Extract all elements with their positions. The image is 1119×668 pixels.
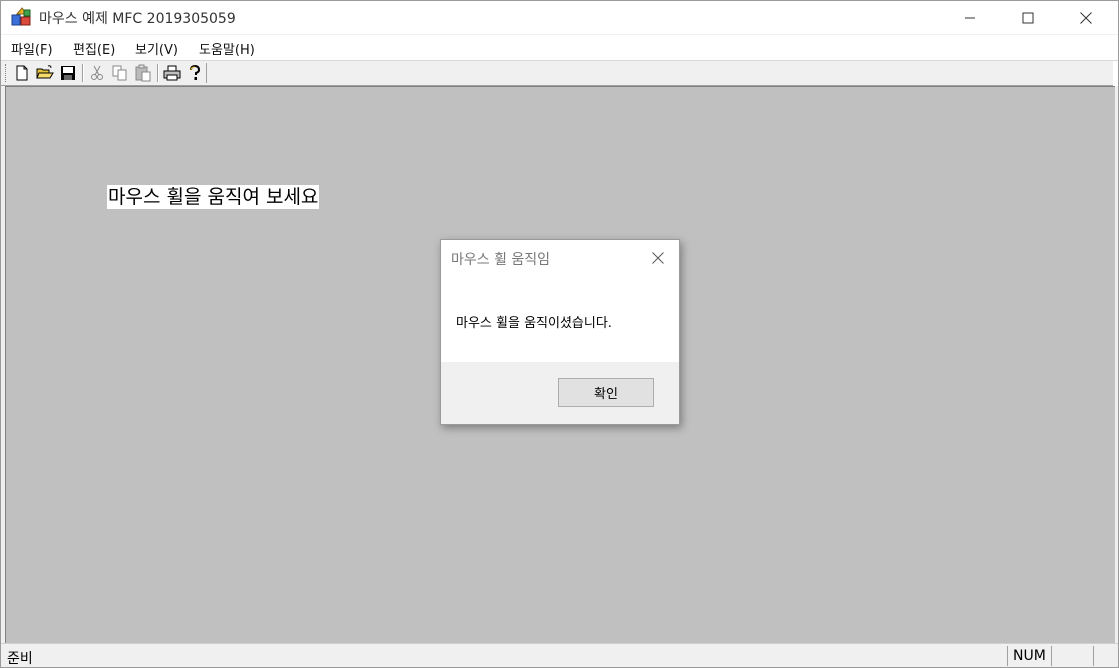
new-icon[interactable] (13, 64, 31, 82)
cut-icon[interactable] (88, 64, 106, 82)
toolbar-edge (1113, 61, 1118, 86)
message-box: 마우스 휠 움직임 마우스 휠을 움직이셨습니다. 확인 (440, 239, 680, 425)
num-indicator: NUM (1013, 648, 1046, 664)
help-icon[interactable] (186, 64, 204, 82)
toolbar (1, 61, 1118, 86)
toolbar-separator (157, 64, 159, 82)
close-icon (652, 252, 664, 264)
maximize-icon (1022, 12, 1034, 23)
copy-icon[interactable] (111, 64, 129, 82)
dialog-message: 마우스 휠을 움직이셨습니다. (456, 316, 612, 331)
client-text: 마우스 휠을 움직여 보세요 (107, 185, 320, 209)
minimize-icon (965, 17, 975, 18)
open-icon[interactable] (36, 64, 54, 82)
app-icon[interactable] (11, 7, 33, 27)
status-text: 준비 (7, 651, 33, 667)
close-icon (1080, 11, 1092, 24)
status-pane-scrl (1051, 646, 1092, 666)
toolbar-separator (82, 64, 84, 82)
status-pane-num: NUM (1007, 646, 1050, 666)
window-title: 마우스 예제 MFC 2019305059 (39, 11, 236, 27)
title-bar[interactable]: 마우스 예제 MFC 2019305059 (1, 1, 1118, 34)
menu-file[interactable]: 파일(F) (11, 39, 53, 58)
paste-icon[interactable] (134, 64, 152, 82)
ok-button[interactable]: 확인 (558, 378, 654, 407)
save-icon[interactable] (59, 64, 77, 82)
menu-help[interactable]: 도움말(H) (199, 39, 255, 58)
status-bar: 준비 NUM (1, 643, 1118, 667)
minimize-button[interactable] (941, 1, 999, 34)
menu-view[interactable]: 보기(V) (135, 39, 178, 58)
main-window: 마우스 예제 MFC 2019305059 파일(F) 편집(E) 보기(V) … (0, 0, 1119, 668)
print-icon[interactable] (163, 64, 181, 82)
toolbar-end (206, 63, 207, 83)
maximize-button[interactable] (999, 1, 1057, 34)
toolbar-grip[interactable] (5, 64, 8, 82)
menu-edit[interactable]: 편집(E) (73, 39, 115, 58)
dialog-close-button[interactable] (643, 246, 673, 270)
menu-bar: 파일(F) 편집(E) 보기(V) 도움말(H) (1, 35, 1118, 61)
size-grip[interactable] (1093, 646, 1116, 666)
close-button[interactable] (1057, 1, 1115, 34)
dialog-title: 마우스 휠 움직임 (451, 252, 551, 268)
dialog-footer: 확인 (441, 362, 679, 424)
